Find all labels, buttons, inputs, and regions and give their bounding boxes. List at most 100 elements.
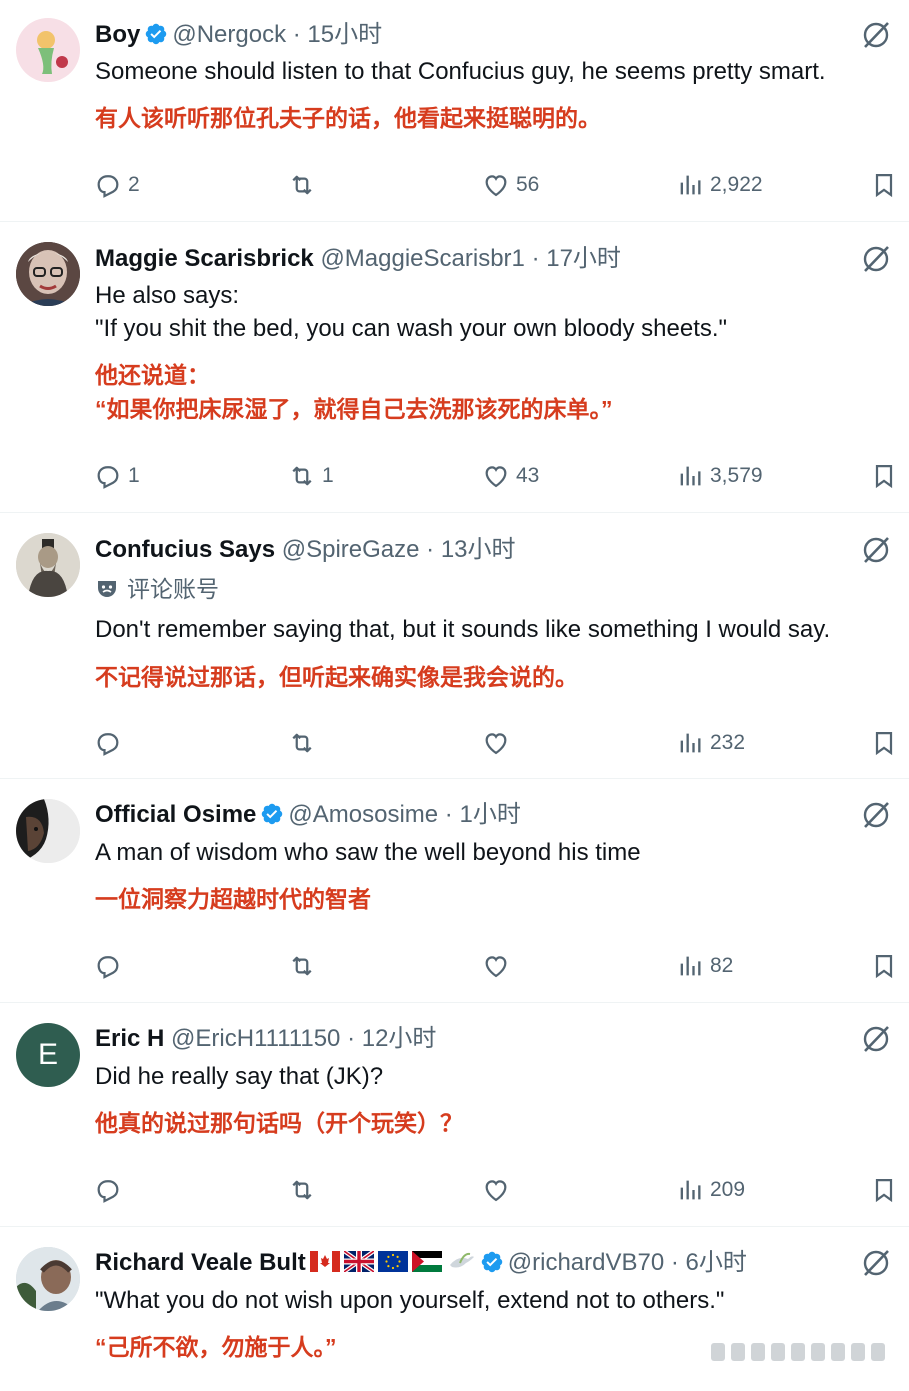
reply-count: 2 <box>128 173 140 196</box>
repost-icon <box>292 466 312 486</box>
author-handle[interactable]: @Nergock <box>172 21 286 48</box>
timestamp[interactable]: 6小时 <box>686 1249 747 1276</box>
reply-icon <box>97 956 119 979</box>
grok-icon[interactable] <box>861 535 891 565</box>
avatar[interactable] <box>16 242 80 306</box>
repost-button[interactable] <box>288 168 322 202</box>
tweet[interactable]: Maggie Scarisbrick @MaggieScarisbr1 · 17… <box>0 222 909 512</box>
view-count: 209 <box>710 1178 746 1201</box>
parody-account-label: 评论账号 <box>127 576 219 602</box>
timestamp[interactable]: 17小时 <box>546 245 621 272</box>
tweet[interactable]: Official Osime @Amososime · 1小时 A man of … <box>0 779 909 1002</box>
author-name[interactable]: Richard Veale Bult <box>95 1249 306 1276</box>
tweet-text: "What you do not wish upon yourself, ext… <box>95 1287 725 1314</box>
eu-flag-icon <box>377 1251 408 1272</box>
translation-text: 他真的说过那句话吗（开个玩笑）？ <box>95 1110 463 1136</box>
bookmark-icon <box>875 1178 893 1203</box>
translation-text: 不记得说过那话，但听起来确实像是我会说的。 <box>95 664 578 690</box>
bookmark-icon <box>875 464 893 489</box>
grok-icon[interactable] <box>861 1248 891 1278</box>
reply-button[interactable] <box>94 726 128 760</box>
repost-count: 1 <box>322 464 334 487</box>
repost-button[interactable] <box>288 726 322 760</box>
grok-icon[interactable] <box>861 20 891 50</box>
grok-icon[interactable] <box>861 1024 891 1054</box>
heart-icon <box>485 175 507 197</box>
reply-icon <box>97 175 119 198</box>
repost-button[interactable] <box>288 1173 322 1207</box>
timestamp[interactable]: 1小时 <box>459 801 520 828</box>
grok-icon[interactable] <box>861 244 891 274</box>
repost-button[interactable] <box>288 949 322 983</box>
author-handle[interactable]: @Amososime <box>288 801 438 828</box>
heart-icon <box>485 733 507 755</box>
author-name[interactable]: Confucius Says <box>95 536 275 563</box>
bookmark-button[interactable] <box>870 726 898 760</box>
tweet[interactable]: Richard Veale Bult @richardVB70 · 6小时 "Wh… <box>0 1227 909 1391</box>
tweet[interactable]: E Eric H @EricH1111150 · 12小时 Did he rea… <box>0 1003 909 1226</box>
author-name[interactable]: Eric H <box>95 1025 164 1052</box>
timestamp[interactable]: 15小时 <box>307 21 382 48</box>
translation-line: 他还说道： <box>95 362 210 388</box>
views-button[interactable]: 209 <box>676 1173 745 1207</box>
like-button[interactable] <box>482 726 516 760</box>
action-bar: 1 1 43 3,579 <box>0 459 909 493</box>
author-handle[interactable]: @SpireGaze <box>282 536 420 563</box>
bookmark-button[interactable] <box>870 168 898 202</box>
reply-button[interactable] <box>94 949 128 983</box>
views-button[interactable]: 2,922 <box>676 168 763 202</box>
heart-icon <box>485 956 507 978</box>
avatar[interactable] <box>16 1247 80 1311</box>
repost-icon <box>292 175 312 195</box>
separator: · <box>444 801 453 828</box>
view-count: 3,579 <box>710 464 763 487</box>
watermark-logo <box>711 1343 885 1361</box>
author-handle[interactable]: @richardVB70 <box>508 1249 664 1276</box>
bookmark-button[interactable] <box>870 1173 898 1207</box>
like-button[interactable] <box>482 949 516 983</box>
like-button[interactable]: 56 <box>482 168 539 202</box>
repost-button[interactable]: 1 <box>288 459 334 493</box>
views-icon <box>680 466 701 486</box>
tweet-text: Someone should listen to that Confucius … <box>95 58 826 85</box>
tweet-text: Did he really say that (JK)? <box>95 1063 384 1090</box>
author-name[interactable]: Maggie Scarisbrick <box>95 245 314 272</box>
reply-icon <box>97 466 119 489</box>
avatar[interactable]: E <box>16 1023 80 1087</box>
views-button[interactable]: 3,579 <box>676 459 763 493</box>
tweet[interactable]: Confucius Says @SpireGaze · 13小时 评论账号 Do… <box>0 513 909 778</box>
avatar[interactable] <box>16 18 80 82</box>
tweet[interactable]: Boy @Nergock · 15小时 Someone should listen… <box>0 0 909 221</box>
grok-icon[interactable] <box>861 800 891 830</box>
views-button[interactable]: 232 <box>676 726 745 760</box>
separator: · <box>347 1025 356 1052</box>
bookmark-button[interactable] <box>870 459 898 493</box>
view-count: 232 <box>710 731 746 754</box>
bookmark-button[interactable] <box>870 949 898 983</box>
like-count: 43 <box>516 464 540 487</box>
reply-icon <box>97 1180 119 1203</box>
author-name[interactable]: Official Osime <box>95 801 256 828</box>
author-handle[interactable]: @MaggieScarisbr1 <box>320 245 524 272</box>
translation-line: “如果你把床尿湿了，就得自己去洗那该死的床单。” <box>95 396 613 422</box>
reply-button[interactable]: 1 <box>94 459 140 493</box>
repost-icon <box>292 956 312 976</box>
author-name[interactable]: Boy <box>95 21 140 48</box>
canada-flag-icon <box>309 1251 340 1272</box>
view-count: 82 <box>710 954 734 977</box>
uk-flag-icon <box>343 1251 374 1272</box>
reply-button[interactable]: 2 <box>94 168 140 202</box>
parody-mask-icon <box>98 581 116 597</box>
timestamp[interactable]: 13小时 <box>441 536 516 563</box>
author-handle[interactable]: @EricH1111150 <box>171 1025 340 1052</box>
bookmark-icon <box>875 954 893 979</box>
avatar[interactable] <box>16 533 80 597</box>
like-button[interactable]: 43 <box>482 459 539 493</box>
views-button[interactable]: 82 <box>676 949 733 983</box>
avatar[interactable] <box>16 799 80 863</box>
like-button[interactable] <box>482 1173 516 1207</box>
bookmark-icon <box>875 731 893 756</box>
reply-button[interactable] <box>94 1173 128 1207</box>
tweet-text-line: "If you shit the bed, you can wash your … <box>95 315 728 342</box>
timestamp[interactable]: 12小时 <box>362 1025 437 1052</box>
